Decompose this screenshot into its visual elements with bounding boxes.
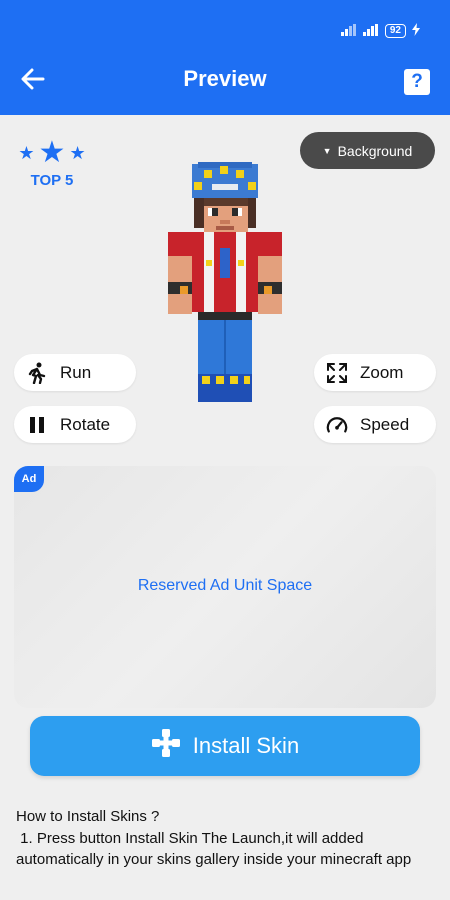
star-icon: ★	[18, 143, 35, 163]
ad-placeholder-text: Reserved Ad Unit Space	[137, 577, 313, 594]
install-skin-button[interactable]: Install Skin	[30, 716, 420, 776]
rotate-label: Rotate	[60, 414, 111, 434]
star-icon: ★	[69, 143, 86, 163]
rotate-button[interactable]: Rotate	[14, 406, 136, 443]
rating-stars: ★ ★ ★	[16, 138, 88, 168]
page-title: Preview	[183, 66, 267, 91]
help-button[interactable]: ?	[404, 69, 430, 95]
dropdown-arrow-icon: ▼	[322, 145, 332, 156]
rating-label: TOP 5	[30, 172, 74, 189]
pause-icon	[26, 414, 48, 436]
install-instructions: How to Install Skins ? 1. Press button I…	[16, 806, 436, 871]
instructions-step-1: 1. Press button Install Skin The Launch,…	[16, 829, 412, 869]
speed-label: Speed	[360, 414, 410, 434]
background-button-label: Background	[337, 142, 413, 159]
signal-icon	[340, 23, 357, 39]
charging-icon	[412, 23, 420, 39]
run-button[interactable]: Run	[14, 354, 136, 391]
run-label: Run	[60, 362, 92, 382]
install-skin-label: Install Skin	[192, 733, 300, 758]
ad-unit[interactable]: Ad Reserved Ad Unit Space	[14, 466, 436, 708]
speedometer-icon	[326, 414, 348, 436]
status-bar: 92	[340, 22, 420, 40]
run-icon	[26, 362, 48, 384]
speed-button[interactable]: Speed	[314, 406, 436, 443]
background-button[interactable]: ▼ Background	[300, 132, 435, 169]
battery-indicator: 92	[384, 24, 406, 38]
wifi-icon	[362, 23, 379, 39]
app-bar: 92 Preview ?	[0, 0, 450, 115]
zoom-label: Zoom	[360, 362, 404, 382]
zoom-button[interactable]: Zoom	[314, 354, 436, 391]
skin-preview[interactable]	[168, 162, 282, 402]
instructions-title: How to Install Skins ?	[16, 808, 160, 825]
star-icon: ★	[38, 136, 66, 169]
ad-badge: Ad	[14, 466, 44, 492]
fullscreen-icon	[326, 362, 348, 384]
gamepad-icon	[151, 728, 181, 764]
